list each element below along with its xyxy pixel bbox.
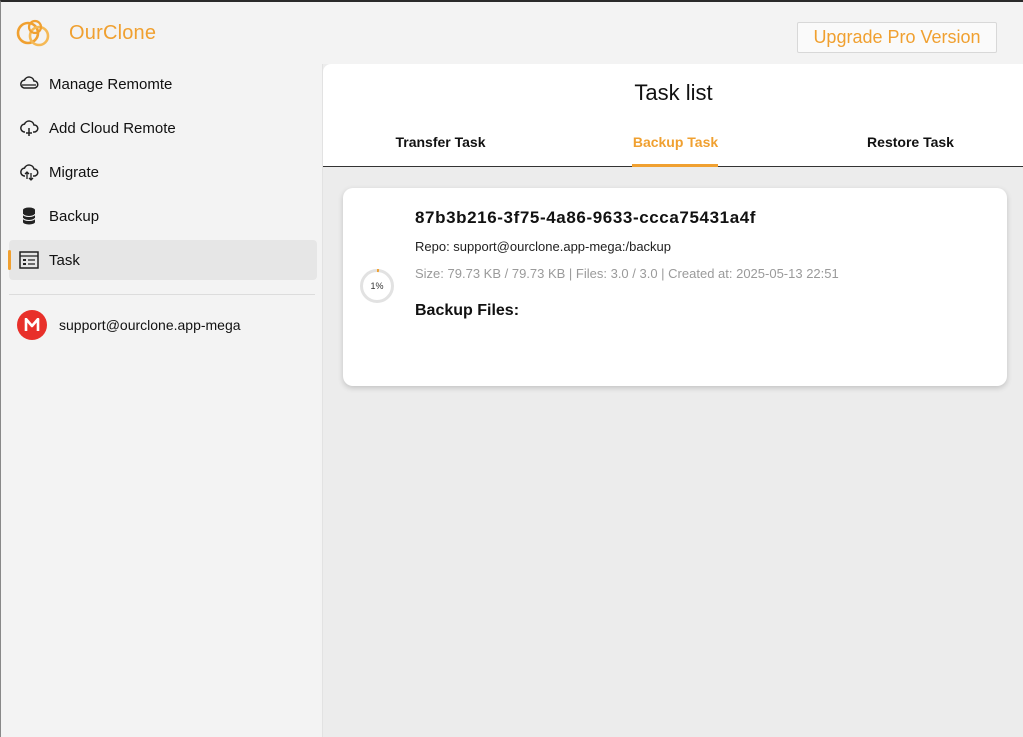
ourclone-logo-icon <box>16 19 50 47</box>
backup-files-heading: Backup Files: <box>415 302 520 319</box>
upgrade-pro-button[interactable]: Upgrade Pro Version <box>797 22 997 53</box>
tab-transfer-task[interactable]: Transfer Task <box>373 134 508 150</box>
cloud-stack-icon <box>19 74 39 94</box>
account-label: support@ourclone.app-mega <box>59 317 241 333</box>
sidebar-item-manage-remote[interactable]: Manage Remomte <box>9 64 317 104</box>
sidebar-item-backup[interactable]: Backup <box>9 196 317 236</box>
main-panel: Task list Transfer Task Backup Task Rest… <box>323 64 1023 737</box>
mega-icon <box>17 310 47 340</box>
cloud-sync-icon <box>19 162 39 182</box>
app-title: OurClone <box>69 21 157 44</box>
sidebar-item-migrate[interactable]: Migrate <box>9 152 317 192</box>
active-tab-underline <box>632 164 718 167</box>
sidebar: Manage Remomte Add Cloud Remote Migrate … <box>1 64 323 737</box>
active-indicator <box>8 250 11 270</box>
sidebar-item-label: Migrate <box>49 163 100 181</box>
task-list-icon <box>19 250 39 270</box>
tab-restore-task[interactable]: Restore Task <box>843 134 978 150</box>
cloud-add-icon <box>19 118 39 138</box>
database-icon <box>19 206 39 226</box>
page-title: Task list <box>634 80 713 105</box>
task-id: 87b3b216-3f75-4a86-9633-ccca75431a4f <box>415 208 757 227</box>
sidebar-item-label: Manage Remomte <box>49 75 173 93</box>
sidebar-divider <box>9 294 315 295</box>
account-item-mega[interactable]: support@ourclone.app-mega <box>17 310 241 340</box>
app-logo: OurClone <box>15 18 156 48</box>
app-window: OurClone Upgrade Pro Version Manage Remo… <box>0 0 1023 737</box>
tab-backup-task[interactable]: Backup Task <box>608 134 743 150</box>
sidebar-item-add-cloud-remote[interactable]: Add Cloud Remote <box>9 108 317 148</box>
task-repo: Repo: support@ourclone.app-mega:/backup <box>415 239 672 254</box>
main-header: Task list Transfer Task Backup Task Rest… <box>323 64 1023 167</box>
sidebar-item-task[interactable]: Task <box>8 240 317 280</box>
task-meta: Size: 79.73 KB / 79.73 KB | Files: 3.0 /… <box>415 266 839 281</box>
sidebar-item-label: Add Cloud Remote <box>49 119 176 137</box>
sidebar-item-label: Task <box>49 251 80 269</box>
task-card[interactable]: 1% 87b3b216-3f75-4a86-9633-ccca75431a4f … <box>343 188 1007 386</box>
progress-percent: 1% <box>370 281 384 291</box>
sidebar-item-label: Backup <box>49 207 100 225</box>
